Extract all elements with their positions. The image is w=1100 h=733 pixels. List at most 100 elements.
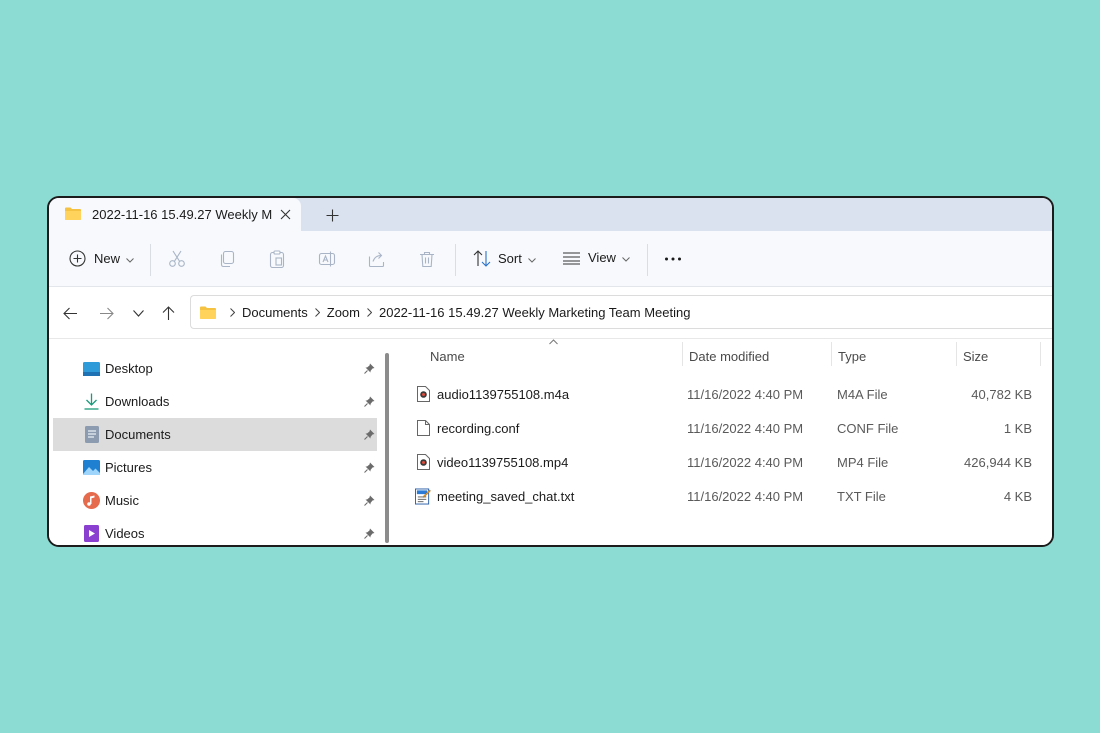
- navigation-pane: Desktop Downloads Documents Pictures Mus…: [49, 339, 389, 545]
- pin-icon[interactable]: [364, 395, 375, 410]
- separator: [150, 244, 151, 276]
- column-divider[interactable]: [831, 342, 832, 366]
- view-button-label: View: [588, 250, 616, 265]
- tab-strip: 2022-11-16 15.49.27 Weekly M: [49, 198, 1052, 231]
- sort-button[interactable]: Sort: [473, 250, 536, 267]
- sort-icon: [473, 250, 491, 267]
- chevron-right-icon[interactable]: [314, 307, 320, 317]
- file-size: 4 KB: [1003, 488, 1032, 504]
- pin-icon[interactable]: [364, 362, 375, 377]
- pin-icon[interactable]: [364, 461, 375, 476]
- paste-button[interactable]: [268, 250, 286, 268]
- column-header-type[interactable]: Type: [838, 339, 948, 373]
- media-file-icon: [415, 385, 431, 403]
- up-arrow-icon[interactable]: [159, 304, 177, 322]
- desktop-icon: [83, 360, 100, 377]
- breadcrumb-zoom[interactable]: Zoom: [327, 305, 360, 320]
- column-divider[interactable]: [956, 342, 957, 366]
- file-name: meeting_saved_chat.txt: [437, 488, 575, 504]
- sidebar-item-label: Downloads: [105, 394, 170, 409]
- navigation-scrollbar[interactable]: [385, 353, 389, 543]
- cut-button[interactable]: [168, 250, 186, 268]
- column-header-size[interactable]: Size: [963, 339, 1033, 373]
- file-type: MP4 File: [837, 454, 889, 470]
- column-header-label: Size: [963, 348, 989, 364]
- trash-icon: [418, 250, 436, 268]
- copy-button[interactable]: [218, 250, 236, 268]
- column-header-label: Type: [838, 348, 867, 364]
- pin-icon[interactable]: [364, 527, 375, 542]
- cut-icon: [168, 250, 186, 268]
- file-date: 11/16/2022 4:40 PM: [687, 488, 804, 504]
- tab-title: 2022-11-16 15.49.27 Weekly M: [92, 207, 273, 222]
- sidebar-item-downloads[interactable]: Downloads: [53, 385, 377, 418]
- file-name: recording.conf: [437, 420, 520, 436]
- table-row[interactable]: recording.conf 11/16/2022 4:40 PM CONF F…: [415, 411, 1035, 445]
- file-list: Name Date modified Type Size audio113975…: [395, 339, 1052, 545]
- more-options-button[interactable]: [664, 250, 682, 268]
- chevron-right-icon[interactable]: [367, 307, 372, 317]
- file-name-cell: meeting_saved_chat.txt: [415, 479, 574, 513]
- recent-locations-chevron-icon[interactable]: [129, 304, 147, 322]
- back-arrow-icon[interactable]: [61, 304, 79, 322]
- delete-button[interactable]: [418, 250, 436, 268]
- folder-icon: [65, 207, 81, 223]
- separator: [647, 244, 648, 276]
- download-icon: [83, 393, 100, 410]
- file-size: 1 KB: [1003, 420, 1032, 436]
- sidebar-item-pictures[interactable]: Pictures: [53, 451, 377, 484]
- tab-current-folder[interactable]: 2022-11-16 15.49.27 Weekly M: [49, 198, 301, 231]
- add-tab-icon[interactable]: [323, 206, 341, 224]
- table-row[interactable]: meeting_saved_chat.txt 11/16/2022 4:40 P…: [415, 479, 1035, 513]
- file-size: 426,944 KB: [964, 454, 1032, 470]
- rename-button[interactable]: [318, 250, 336, 268]
- chevron-right-icon[interactable]: [230, 307, 235, 317]
- column-divider[interactable]: [1040, 342, 1041, 366]
- file-type: M4A File: [837, 386, 888, 402]
- forward-arrow-icon[interactable]: [97, 304, 115, 322]
- file-name-cell: audio1139755108.m4a: [415, 377, 569, 411]
- pin-icon[interactable]: [364, 494, 375, 509]
- view-list-icon: [563, 251, 580, 265]
- share-button[interactable]: [368, 250, 386, 268]
- music-icon: [83, 492, 100, 509]
- breadcrumb-documents[interactable]: Documents: [242, 305, 308, 320]
- file-date: 11/16/2022 4:40 PM: [687, 420, 804, 436]
- sidebar-item-videos[interactable]: Videos: [53, 517, 377, 545]
- pin-icon[interactable]: [364, 428, 375, 443]
- table-row[interactable]: audio1139755108.m4a 11/16/2022 4:40 PM M…: [415, 377, 1035, 411]
- column-divider[interactable]: [682, 342, 683, 366]
- file-explorer-window: 2022-11-16 15.49.27 Weekly M New Sort Vi…: [47, 196, 1054, 547]
- sort-ascending-icon: [549, 339, 558, 345]
- new-button[interactable]: New: [69, 250, 134, 267]
- sidebar-item-label: Documents: [105, 427, 171, 442]
- more-icon: [664, 250, 682, 268]
- file-type: CONF File: [837, 420, 899, 436]
- column-header-label: Name: [430, 348, 465, 364]
- address-bar: Documents Zoom 2022-11-16 15.49.27 Weekl…: [49, 287, 1052, 339]
- command-bar: New Sort View: [49, 231, 1052, 287]
- file-date: 11/16/2022 4:40 PM: [687, 386, 804, 402]
- sidebar-item-documents[interactable]: Documents: [53, 418, 377, 451]
- documents-icon: [83, 426, 100, 443]
- close-icon[interactable]: [277, 206, 293, 222]
- sidebar-item-desktop[interactable]: Desktop: [53, 352, 377, 385]
- new-button-label: New: [94, 251, 121, 266]
- chevron-down-icon: [622, 250, 630, 265]
- view-button[interactable]: View: [563, 250, 630, 265]
- file-size: 40,782 KB: [971, 386, 1032, 402]
- media-file-icon: [415, 453, 431, 471]
- breadcrumb[interactable]: Documents Zoom 2022-11-16 15.49.27 Weekl…: [190, 295, 1052, 329]
- file-type: TXT File: [837, 488, 886, 504]
- sidebar-item-music[interactable]: Music: [53, 484, 377, 517]
- column-header-date[interactable]: Date modified: [689, 339, 829, 373]
- pictures-icon: [83, 459, 100, 476]
- sidebar-item-label: Desktop: [105, 361, 153, 376]
- paste-icon: [268, 250, 286, 268]
- sidebar-item-label: Music: [105, 493, 139, 508]
- breadcrumb-current-folder[interactable]: 2022-11-16 15.49.27 Weekly Marketing Tea…: [379, 305, 690, 320]
- table-row[interactable]: video1139755108.mp4 11/16/2022 4:40 PM M…: [415, 445, 1035, 479]
- sort-button-label: Sort: [498, 251, 522, 266]
- column-header-label: Date modified: [689, 348, 770, 364]
- blank-file-icon: [415, 419, 431, 437]
